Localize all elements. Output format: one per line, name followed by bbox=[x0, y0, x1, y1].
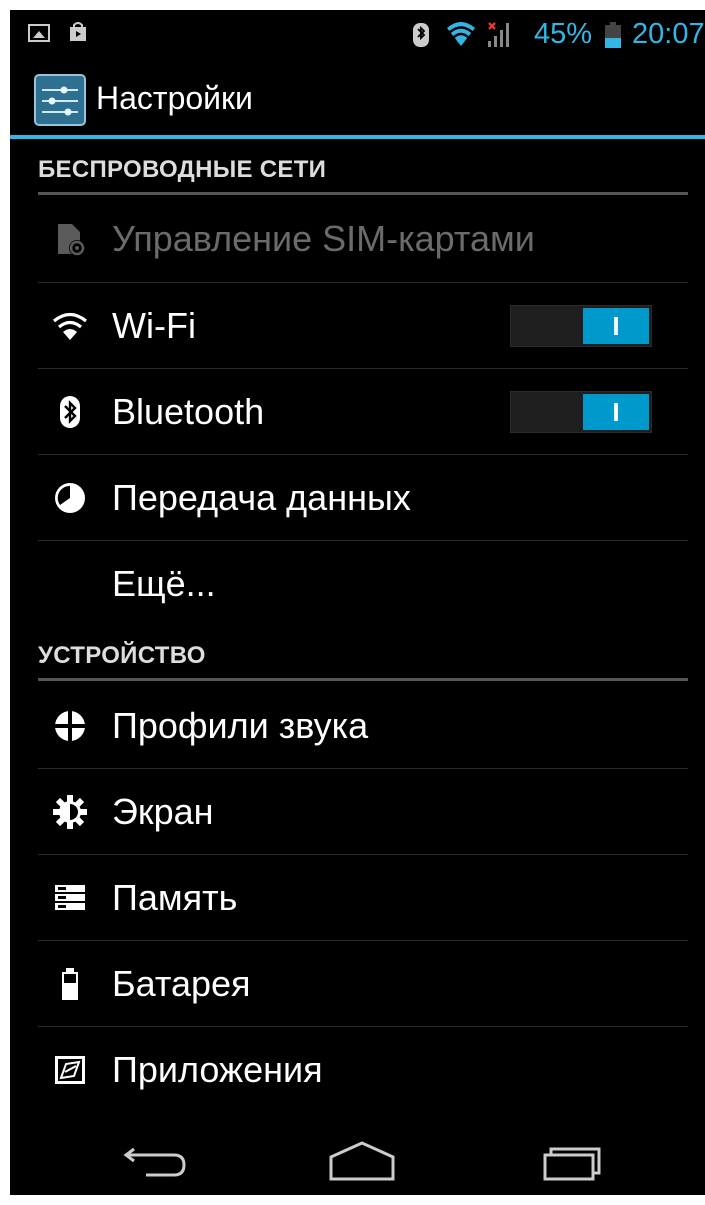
section-header-wireless: БЕСПРОВОДНЫЕ СЕТИ bbox=[38, 156, 327, 183]
page-title: Настройки bbox=[96, 80, 253, 116]
status-bar: 45% 20:07 bbox=[10, 10, 705, 60]
bluetooth-icon bbox=[60, 396, 80, 428]
toggle-knob: I bbox=[583, 308, 649, 344]
battery-icon bbox=[605, 22, 621, 48]
display-brightness-icon bbox=[53, 795, 87, 829]
storage-icon bbox=[55, 885, 85, 910]
sim-card-icon bbox=[58, 224, 85, 256]
settings-item-label: Память bbox=[112, 877, 238, 918]
settings-item-apps[interactable]: Приложения bbox=[38, 1027, 688, 1113]
settings-item-label: Wi-Fi bbox=[112, 305, 196, 346]
settings-item-label: Bluetooth bbox=[112, 391, 265, 432]
apps-icon bbox=[55, 1056, 85, 1084]
settings-item-wifi[interactable]: Wi-Fi I bbox=[38, 283, 688, 369]
navigation-bar bbox=[10, 1125, 705, 1195]
settings-item-battery[interactable]: Батарея bbox=[38, 941, 688, 1027]
toggle-state: I bbox=[612, 397, 620, 427]
bluetooth-icon bbox=[413, 23, 429, 47]
settings-item-label: Управление SIM-картами bbox=[112, 218, 535, 259]
home-icon[interactable] bbox=[317, 1135, 407, 1185]
settings-item-sim: Управление SIM-картами bbox=[38, 196, 688, 282]
settings-item-label: Профили звука bbox=[112, 705, 369, 746]
signal-no-data-icon bbox=[488, 22, 509, 47]
toggle-state: I bbox=[612, 311, 620, 341]
wifi-icon bbox=[52, 312, 88, 340]
data-usage-icon bbox=[55, 483, 85, 513]
settings-item-data-usage[interactable]: Передача данных bbox=[38, 455, 688, 541]
store-icon bbox=[70, 22, 86, 41]
back-icon[interactable] bbox=[110, 1135, 200, 1185]
wifi-icon bbox=[447, 22, 475, 46]
settings-item-label: Экран bbox=[112, 791, 214, 832]
recent-apps-icon[interactable] bbox=[527, 1135, 617, 1185]
settings-item-storage[interactable]: Память bbox=[38, 855, 688, 941]
clock: 20:07 bbox=[632, 18, 705, 50]
settings-item-label: Батарея bbox=[112, 963, 251, 1004]
settings-item-bluetooth[interactable]: Bluetooth I bbox=[38, 369, 688, 455]
section-rule bbox=[38, 678, 688, 681]
settings-item-label: Передача данных bbox=[112, 477, 411, 518]
toggle-knob: I bbox=[583, 394, 649, 430]
bluetooth-toggle[interactable]: I bbox=[510, 391, 652, 433]
settings-item-display[interactable]: Экран bbox=[38, 769, 688, 855]
settings-item-label: Приложения bbox=[112, 1049, 323, 1090]
settings-item-label: Ещё... bbox=[112, 563, 216, 604]
settings-sliders-icon[interactable] bbox=[34, 74, 86, 126]
settings-item-more[interactable]: Ещё... bbox=[38, 541, 688, 627]
battery-icon bbox=[62, 968, 78, 1000]
battery-percent: 45% bbox=[534, 18, 593, 50]
section-header-device: УСТРОЙСТВО bbox=[38, 642, 206, 669]
wifi-toggle[interactable]: I bbox=[510, 305, 652, 347]
settings-item-sound-profiles[interactable]: Профили звука bbox=[38, 683, 688, 769]
sound-profile-icon bbox=[54, 710, 86, 742]
action-bar: Настройки bbox=[10, 60, 705, 136]
gallery-icon bbox=[28, 24, 50, 42]
section-rule bbox=[38, 192, 688, 195]
action-bar-divider bbox=[10, 135, 705, 139]
settings-screen: 45% 20:07 Настройки БЕСПРОВОДНЫЕ СЕТИ Уп… bbox=[10, 10, 705, 1195]
